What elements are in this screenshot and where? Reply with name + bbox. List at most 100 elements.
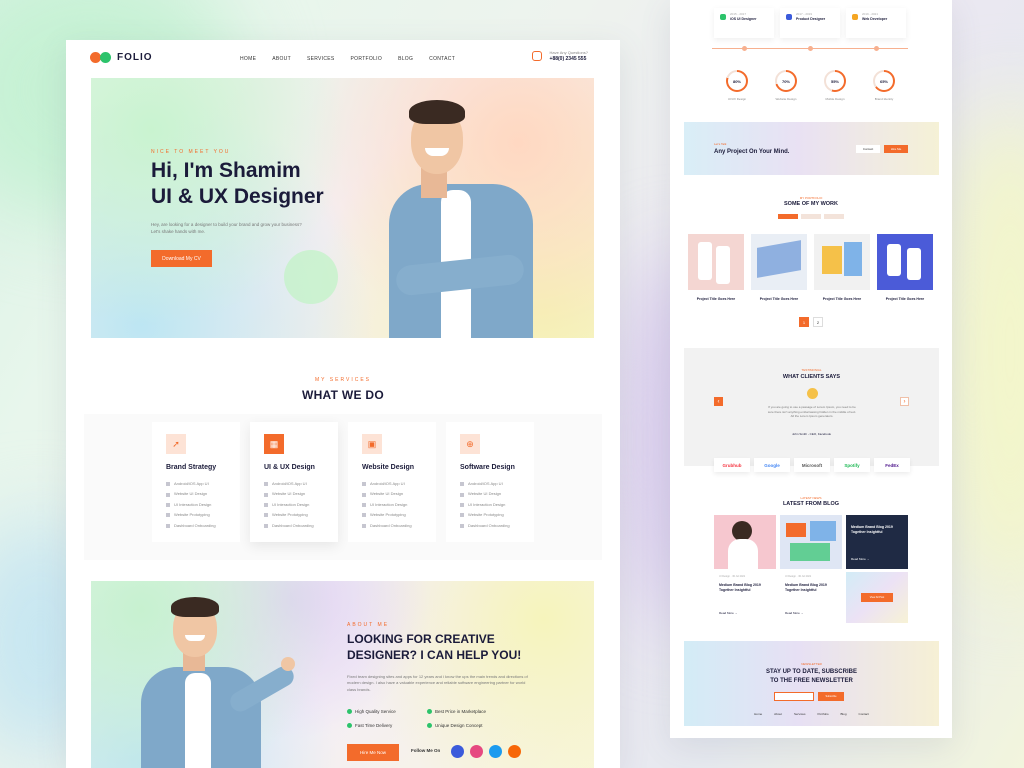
testimonial-subtitle: TESTIMONIAL (801, 368, 822, 372)
newsletter-section: NEWSLETTER STAY UP TO DATE, SUBSCRIBE TO… (684, 641, 939, 726)
footer-link[interactable]: Services (794, 712, 806, 716)
featured-blog-title: Medium Brand Blog 2019 Together Insightf… (851, 525, 893, 534)
footer-link[interactable]: Portfolio (818, 712, 829, 716)
facebook-icon[interactable] (451, 745, 464, 758)
brand-logo-google: Google (754, 458, 790, 472)
hero-title-line1: Hi, I'm Shamim (151, 159, 301, 182)
pagination-page-2[interactable]: 2 (813, 317, 823, 327)
menu-item-home[interactable]: HOME (240, 56, 256, 62)
portfolio-caption: Project Title Goes Here (822, 297, 862, 301)
feature-item: Fast Time Delivery (347, 723, 392, 728)
footer-menu: Home About Services Portfolio Blog Conta… (684, 712, 939, 716)
footer-link[interactable]: About (774, 712, 782, 716)
menu-item-portfolio[interactable]: PORTFOLIO (351, 56, 383, 62)
service-title: Website Design (362, 464, 414, 471)
footer-link[interactable]: Blog (841, 712, 847, 716)
arrow-left-icon[interactable]: ‹ (714, 397, 723, 406)
layout-icon: ▦ (264, 434, 284, 454)
service-card-brand-strategy[interactable]: ➚ Brand Strategy Android/iOS App UI Webs… (152, 422, 240, 542)
portfolio-thumbnail[interactable] (751, 234, 807, 290)
portfolio-thumbnail[interactable] (877, 234, 933, 290)
browser-icon: ▣ (362, 434, 382, 454)
service-feature: Website Prototyping (460, 510, 510, 520)
testimonial-quote: If you are going to use a passage of Lor… (767, 405, 857, 419)
blog-post-title: Medium Brand Blog 2019 Together Insightf… (719, 583, 761, 592)
blog-thumbnail (714, 515, 776, 569)
menu-item-contact[interactable]: CONTACT (429, 56, 455, 62)
skill-percent: 80% (728, 72, 746, 90)
read-more-link[interactable]: Read More → (719, 611, 738, 615)
decorative-circle (284, 250, 338, 304)
service-feature: Website UI Design (166, 489, 216, 499)
menu-item-about[interactable]: ABOUT (272, 56, 291, 62)
skill-percent: 65% (875, 72, 893, 90)
phone-icon (531, 51, 542, 61)
portfolio-filter-tab[interactable] (824, 214, 844, 219)
arrow-right-icon[interactable]: › (900, 397, 909, 406)
featured-blog-card[interactable]: Medium Brand Blog 2019 Together Insightf… (846, 515, 908, 569)
blog-meta: UI Design · 30 Jul 2021 (719, 575, 746, 578)
skill-percent: 70% (777, 72, 795, 90)
timeline-dot (742, 46, 747, 51)
portfolio-filter-tab[interactable] (778, 214, 798, 219)
globe-icon: ⊕ (460, 434, 480, 454)
blog-subtitle: LATEST NEWS (800, 496, 822, 500)
read-more-link[interactable]: Read More → (851, 557, 870, 561)
testimonial-author: John Smith - CEO, Facebook (791, 432, 832, 436)
service-title: Software Design (460, 464, 515, 471)
footer-link[interactable]: Contact (859, 712, 869, 716)
service-card-ui-ux-design[interactable]: ▦ UI & UX Design Android/iOS App UI Webs… (250, 422, 338, 542)
view-all-posts-button[interactable]: View All Post (861, 593, 893, 602)
service-feature: UI Interaction Design (362, 500, 412, 510)
pagination-page-1[interactable]: 1 (799, 317, 809, 327)
instagram-icon[interactable] (508, 745, 521, 758)
phone-label: Have Any Questions? (549, 50, 588, 55)
hero-title-line2: UI & UX Designer (151, 185, 324, 208)
portfolio-thumbnail[interactable] (688, 234, 744, 290)
experience-role: Web Developer (862, 17, 888, 21)
hire-me-button[interactable]: Hire Me Now (347, 744, 399, 761)
feature-item: High Quality Service (347, 709, 396, 714)
blog-card[interactable]: UI Design · 30 Jul 2021 Medium Brand Blo… (780, 515, 842, 623)
portfolio-caption: Project Title Goes Here (759, 297, 799, 301)
phone-contact[interactable]: Have Any Questions? +88(0) 2345 555 (531, 50, 588, 62)
skill-label: Mobile Design (825, 97, 845, 101)
timeline-dot (874, 46, 879, 51)
logo-text: FOLIO (117, 52, 153, 63)
testimonial-section: TESTIMONIAL WHAT CLIENTS SAYS ‹ › If you… (684, 348, 939, 466)
menu-item-blog[interactable]: BLOG (398, 56, 413, 62)
read-more-link[interactable]: Read More → (785, 611, 804, 615)
blog-card[interactable]: UI Design · 30 Jul 2021 Medium Brand Blo… (714, 515, 776, 623)
newsletter-email-input[interactable] (774, 692, 814, 701)
subscribe-button[interactable]: Subscribe (818, 692, 844, 701)
service-card-software-design[interactable]: ⊕ Software Design Android/iOS App UI Web… (446, 422, 534, 542)
footer-link[interactable]: Home (754, 712, 762, 716)
portfolio-filter-tab[interactable] (801, 214, 821, 219)
brand-logo-microsoft: Microsoft (794, 458, 830, 472)
menu-item-services[interactable]: SERVICES (307, 56, 335, 62)
service-feature: Android/iOS App UI (362, 479, 412, 489)
skill-ring: 70% (775, 70, 797, 92)
services-grid: ➚ Brand Strategy Android/iOS App UI Webs… (84, 414, 602, 560)
phone-number: +88(0) 2345 555 (549, 56, 587, 62)
service-feature: Website Prototyping (362, 510, 412, 520)
blog-post-title: Medium Brand Blog 2019 Together Insightf… (785, 583, 827, 592)
contact-button[interactable]: Contact (856, 145, 880, 153)
site-logo[interactable]: FOLIO (90, 52, 153, 63)
download-cv-button[interactable]: Download My CV (151, 250, 212, 267)
twitter-icon[interactable] (489, 745, 502, 758)
portfolio-title: SOME OF MY WORK (784, 201, 838, 207)
portfolio-subtitle: MY PORTFOLIO (799, 196, 823, 200)
experience-icon (786, 14, 792, 20)
hire-me-cta-button[interactable]: Hire Me (884, 145, 908, 153)
portfolio-thumbnail[interactable] (814, 234, 870, 290)
brand-logo-spotify: Spotify (834, 458, 870, 472)
experience-card: 2017 - 2019 Product Designer (780, 8, 840, 38)
blog-meta: UI Design · 30 Jul 2021 (785, 575, 812, 578)
experience-icon (852, 14, 858, 20)
service-feature: Dashboard Onboarding (166, 521, 216, 531)
top-navbar: FOLIO HOME ABOUT SERVICES PORTFOLIO BLOG… (66, 40, 620, 78)
dribbble-icon[interactable] (470, 745, 483, 758)
logo-mark-green (100, 52, 111, 63)
service-card-website-design[interactable]: ▣ Website Design Android/iOS App UI Webs… (348, 422, 436, 542)
